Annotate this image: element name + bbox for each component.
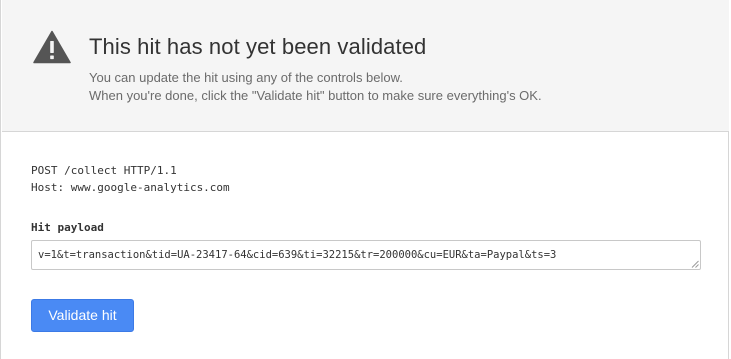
validate-hit-button[interactable]: Validate hit — [31, 299, 134, 332]
banner-instructions-line: When you're done, click the "Validate hi… — [89, 88, 542, 103]
validation-status-banner: This hit has not yet been validated You … — [2, 0, 729, 132]
banner-title: This hit has not yet been validated — [89, 34, 427, 59]
warning-triangle-icon — [33, 30, 71, 64]
http-request-header: POST /collect HTTP/1.1 Host: www.google-… — [31, 162, 230, 196]
hit-payload-value: v=1&t=transaction&tid=UA-23417-64&cid=63… — [38, 249, 557, 261]
validator-panel: This hit has not yet been validated You … — [0, 0, 729, 359]
host-line: Host: www.google-analytics.com — [31, 181, 230, 194]
resize-grip-icon[interactable] — [691, 260, 699, 268]
hit-payload-textarea[interactable]: v=1&t=transaction&tid=UA-23417-64&cid=63… — [31, 240, 701, 270]
banner-instructions-line: You can update the hit using any of the … — [89, 70, 403, 85]
request-line: POST /collect HTTP/1.1 — [31, 164, 177, 177]
hit-payload-label: Hit payload — [31, 221, 104, 234]
